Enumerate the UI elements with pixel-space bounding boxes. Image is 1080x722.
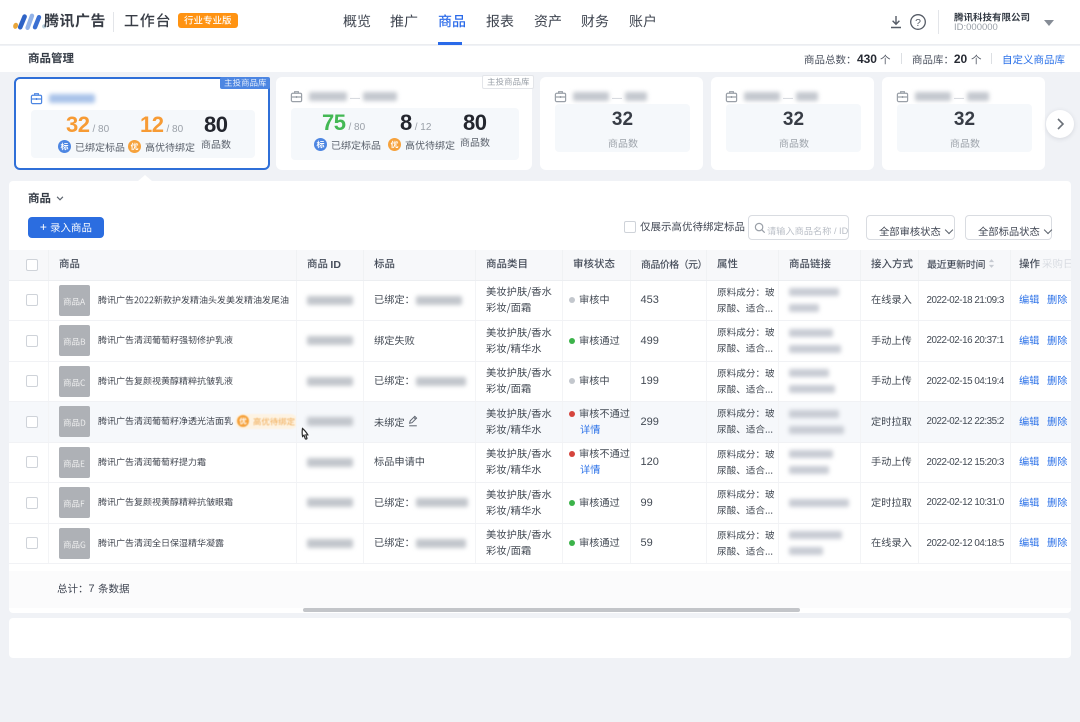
svg-text:?: ? (915, 17, 921, 29)
